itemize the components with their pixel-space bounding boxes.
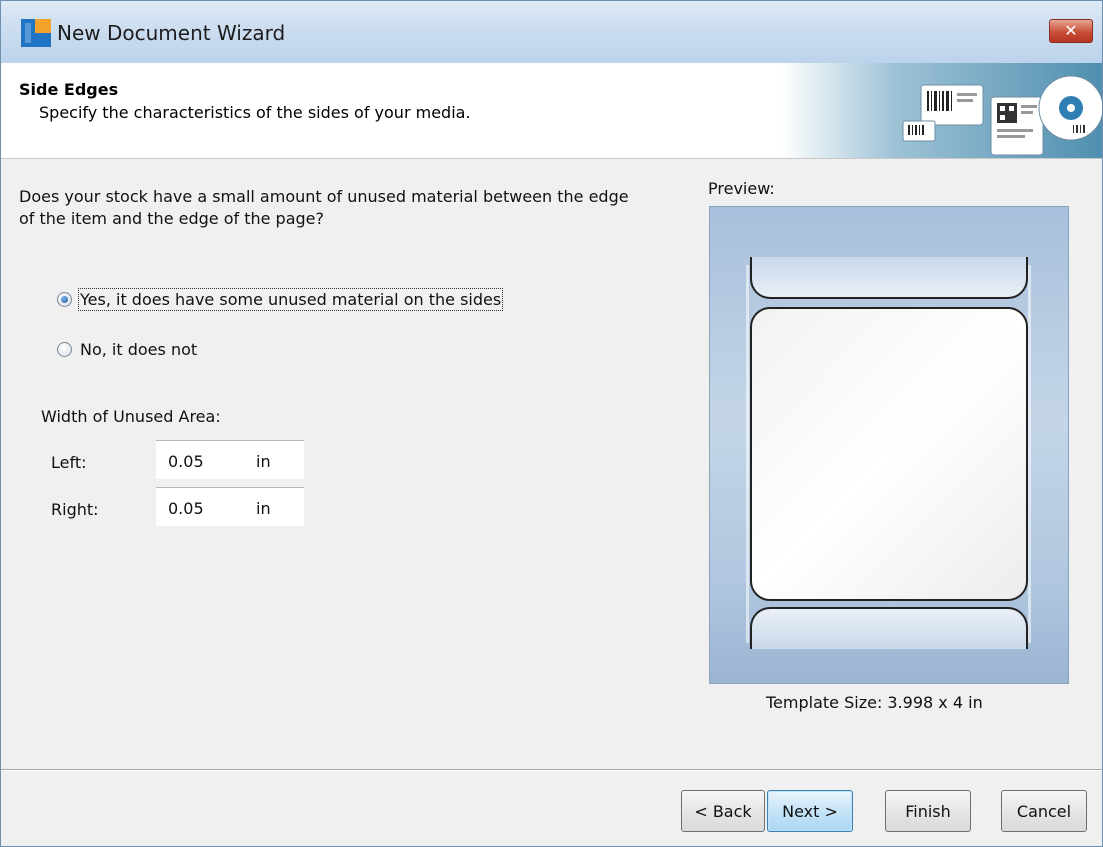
cancel-button[interactable]: Cancel: [1001, 790, 1087, 832]
preview-side-edge-right: [1028, 265, 1031, 643]
barcode-labels-banner-icon: [781, 63, 1102, 158]
preview-side-edge-left: [746, 265, 749, 643]
preview-label: Preview:: [708, 179, 775, 198]
left-width-value: 0.05: [168, 452, 204, 471]
close-icon: ✕: [1064, 21, 1078, 40]
right-field-label: Right:: [51, 500, 99, 519]
unused-area-heading: Width of Unused Area:: [41, 407, 221, 426]
radio-no-label: No, it does not: [80, 340, 198, 359]
template-size-text: Template Size: 3.998 x 4 in: [766, 693, 983, 712]
radio-yes-unused-material[interactable]: Yes, it does have some unused material o…: [57, 288, 504, 311]
document-wizard-icon: [21, 19, 51, 47]
left-width-input[interactable]: 0.05 in: [156, 440, 304, 479]
preview-label-previous: [750, 257, 1028, 299]
title-bar[interactable]: New Document Wizard ✕: [1, 1, 1102, 63]
next-button[interactable]: Next >: [767, 790, 853, 832]
radio-no-unused-material[interactable]: No, it does not: [57, 340, 197, 359]
finish-button[interactable]: Finish: [885, 790, 971, 832]
footer-separator: [1, 769, 1102, 771]
wizard-header: Side Edges Specify the characteristics o…: [1, 63, 1102, 159]
window-title: New Document Wizard: [57, 21, 286, 45]
page-subtitle: Specify the characteristics of the sides…: [39, 103, 471, 122]
question-text: Does your stock have a small amount of u…: [19, 187, 629, 228]
left-field-label: Left:: [51, 453, 87, 472]
radio-button[interactable]: [57, 342, 72, 357]
right-width-value: 0.05: [168, 499, 204, 518]
left-width-unit: in: [256, 452, 271, 471]
radio-yes-label: Yes, it does have some unused material o…: [77, 288, 504, 311]
preview-label-current: [750, 307, 1028, 601]
close-button[interactable]: ✕: [1049, 19, 1093, 43]
preview-label-next: [750, 607, 1028, 649]
back-button[interactable]: < Back: [681, 790, 765, 832]
page-title: Side Edges: [19, 80, 119, 99]
right-width-input[interactable]: 0.05 in: [156, 487, 304, 526]
preview-panel: [709, 206, 1069, 684]
new-document-wizard-window: New Document Wizard ✕ Side Edges Specify…: [0, 0, 1103, 847]
radio-button-selected[interactable]: [57, 292, 72, 307]
right-width-unit: in: [256, 499, 271, 518]
